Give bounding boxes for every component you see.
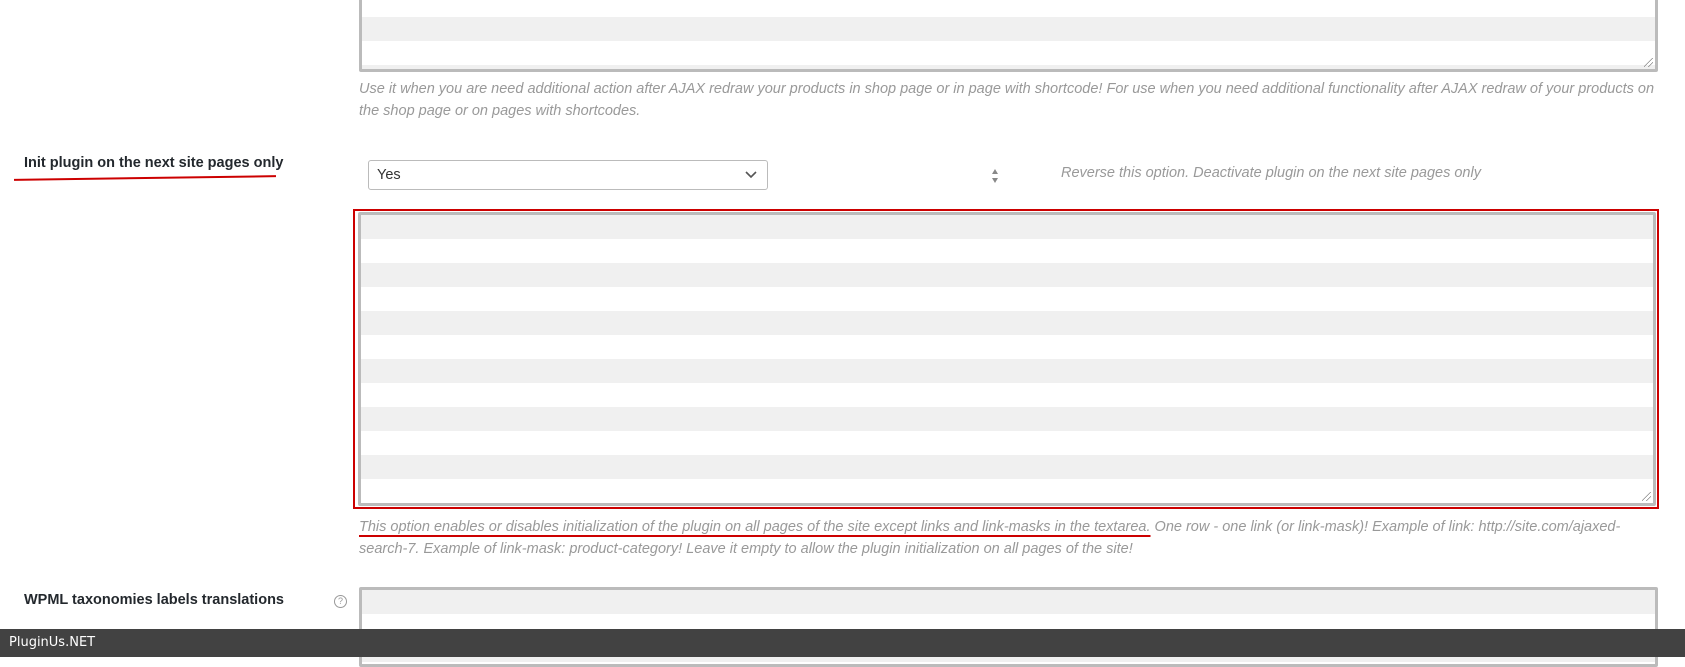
init-plugin-links-textarea[interactable] xyxy=(358,212,1656,506)
red-underline-annotation xyxy=(13,175,277,181)
ajax-redraw-description: Use it when you are need additional acti… xyxy=(359,81,1655,119)
init-plugin-select[interactable]: Yes xyxy=(368,160,768,190)
resize-handle[interactable] xyxy=(1644,58,1653,67)
resize-handle[interactable] xyxy=(1642,492,1651,501)
chevron-down-icon xyxy=(745,171,757,179)
select-value: Yes xyxy=(377,167,401,183)
question-circle-icon[interactable]: ? xyxy=(334,595,347,608)
init-plugin-description: This option enables or disables initiali… xyxy=(359,516,1659,560)
reverse-option-text: Reverse this option. Deactivate plugin o… xyxy=(1061,165,1481,181)
init-plugin-label-text: Init plugin on the next site pages only xyxy=(24,155,284,171)
init-plugin-label: Init plugin on the next site pages only xyxy=(13,155,284,181)
footer-bar: PluginUs.NET xyxy=(0,629,1685,657)
footer-brand: PluginUs.NET xyxy=(9,635,96,650)
sort-arrows-icon[interactable] xyxy=(991,168,999,184)
underlined-description: This option enables or disables initiali… xyxy=(359,519,1151,535)
wpml-label: WPML taxonomies labels translations xyxy=(24,592,284,608)
ajax-redraw-textarea[interactable] xyxy=(359,0,1658,72)
